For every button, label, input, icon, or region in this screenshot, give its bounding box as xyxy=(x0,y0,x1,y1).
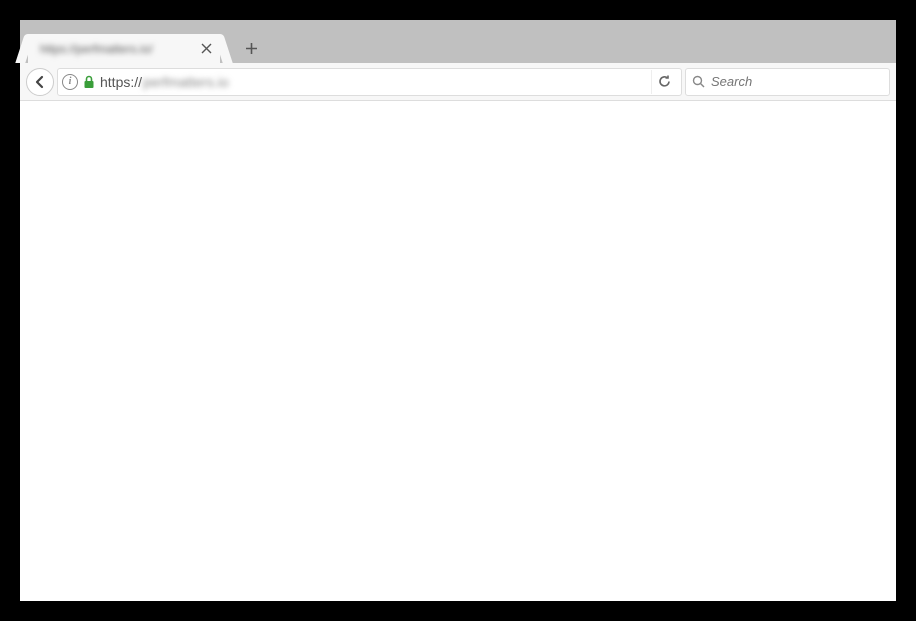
back-button[interactable] xyxy=(26,68,54,96)
browser-tab[interactable]: https://perfmatters.io/ xyxy=(28,34,220,63)
url-text: https:// perfmatters.io xyxy=(100,74,646,90)
lock-icon[interactable] xyxy=(83,75,95,89)
url-protocol: https:// xyxy=(100,74,142,90)
close-icon[interactable] xyxy=(198,41,214,57)
url-domain: perfmatters.io xyxy=(143,74,229,90)
browser-window: https://perfmatters.io/ i https:// perfm… xyxy=(20,20,896,601)
reload-button[interactable] xyxy=(651,70,677,94)
address-bar[interactable]: i https:// perfmatters.io xyxy=(57,68,682,96)
search-bar[interactable] xyxy=(685,68,890,96)
info-icon[interactable]: i xyxy=(62,74,78,90)
search-input[interactable] xyxy=(711,74,889,89)
tab-strip: https://perfmatters.io/ xyxy=(20,20,896,63)
search-icon xyxy=(692,75,705,88)
page-content xyxy=(20,101,896,601)
tab-title: https://perfmatters.io/ xyxy=(40,42,198,56)
toolbar: i https:// perfmatters.io xyxy=(20,63,896,101)
new-tab-button[interactable] xyxy=(238,35,264,61)
